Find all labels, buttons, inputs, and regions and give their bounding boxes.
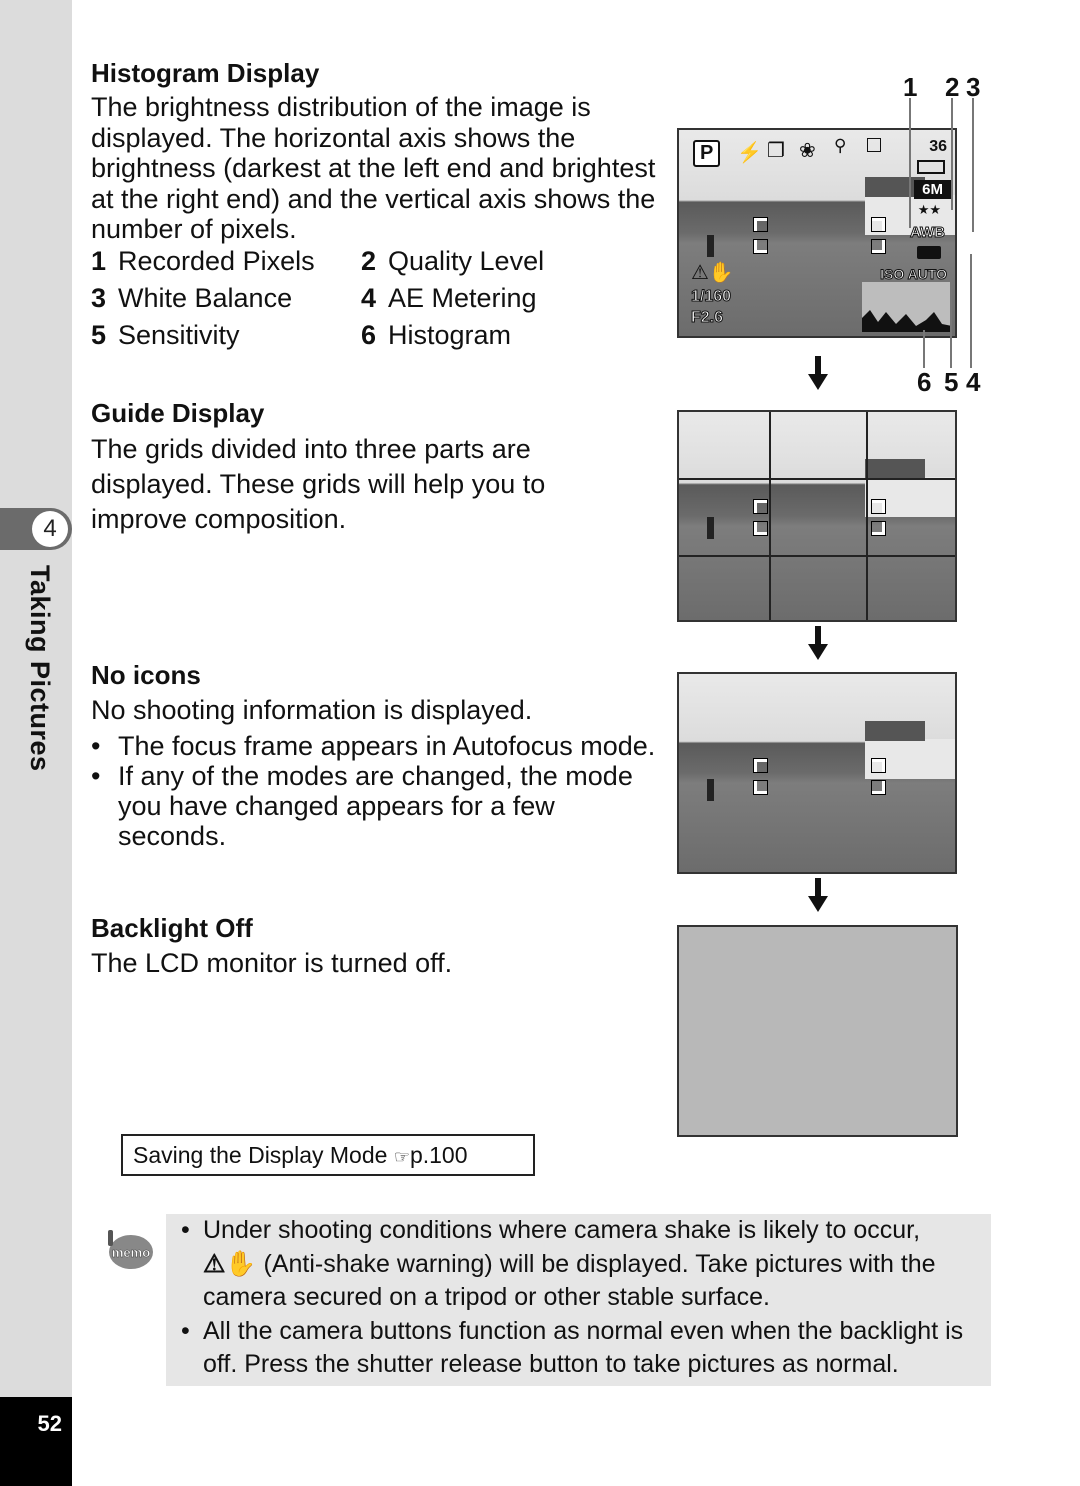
reference-box: Saving the Display Mode ☞p.100 bbox=[121, 1134, 535, 1176]
legend-item: 5 Sensitivity bbox=[91, 320, 240, 350]
histogram-legend: 1 Recorded Pixels 2 Quality Level 3 White B… bbox=[91, 246, 631, 357]
flash-off-icon: ⚡ bbox=[737, 142, 762, 164]
shots-remaining: 36 bbox=[929, 138, 947, 155]
page-number-box: 52 bbox=[0, 1397, 72, 1486]
pointing-hand-icon: ☞ bbox=[393, 1147, 410, 1167]
arrow-down-icon bbox=[808, 878, 828, 912]
continuous-shooting-icon: ❐ bbox=[767, 140, 785, 162]
focus-frame-corner bbox=[753, 239, 768, 254]
focus-frame-corner bbox=[753, 780, 768, 795]
shutter-speed: 1/160 bbox=[690, 288, 732, 306]
lcd-no-icons-display bbox=[677, 672, 957, 874]
chapter-number: 4 bbox=[32, 511, 68, 547]
focus-frame-corner bbox=[871, 499, 886, 514]
battery-icon bbox=[917, 160, 945, 174]
aperture-value: F2.6 bbox=[690, 309, 724, 327]
svg-text:memo: memo bbox=[112, 1245, 150, 1260]
ae-metering-icon bbox=[917, 246, 941, 259]
legend-item: 3 White Balance bbox=[91, 283, 293, 313]
memory-card-icon bbox=[867, 138, 881, 152]
grid-line bbox=[769, 412, 771, 620]
memo-icon: memo bbox=[108, 1230, 153, 1269]
focus-frame-corner bbox=[753, 521, 768, 536]
bullet-item: The focus frame appears in Autofocus mod… bbox=[91, 731, 656, 761]
memo-item: All the camera buttons function as norma… bbox=[181, 1315, 991, 1382]
lcd-backlight-off bbox=[677, 925, 958, 1137]
legend-item: 1 Recorded Pixels bbox=[91, 246, 315, 276]
no-icons-bullets: The focus frame appears in Autofocus mod… bbox=[91, 731, 656, 851]
arrow-down-icon bbox=[808, 626, 828, 660]
reference-page-link[interactable]: p.100 bbox=[410, 1142, 468, 1168]
focus-frame-corner bbox=[871, 217, 886, 232]
anti-shake-warning-icon: ⚠✋ bbox=[203, 1249, 257, 1278]
legend-item: 2 Quality Level bbox=[361, 246, 545, 276]
white-balance-value: AWB bbox=[910, 224, 946, 242]
memo-list: Under shooting conditions where camera s… bbox=[181, 1214, 991, 1382]
callout-5: 5 bbox=[944, 367, 959, 397]
anti-shake-warning-icon: ⚠✋ bbox=[691, 262, 734, 284]
digital-zoom-icon: ⚲ bbox=[834, 136, 847, 155]
callout-4: 4 bbox=[966, 367, 981, 397]
focus-frame-corner bbox=[753, 217, 768, 232]
recorded-pixels-value: 6M bbox=[914, 180, 951, 199]
histogram-graph bbox=[862, 282, 952, 332]
bullet-item: If any of the modes are changed, the mod… bbox=[91, 761, 656, 851]
focus-frame-corner bbox=[753, 499, 768, 514]
focus-frame-corner bbox=[871, 239, 886, 254]
section-title-histogram: Histogram Display bbox=[91, 58, 320, 88]
lcd-histogram-display: P ⚡ ❐ ❀ ⚲ 36 6M ★★ AWB ISO AUTO ⚠✋ 1/160… bbox=[677, 128, 957, 338]
reference-text: Saving the Display Mode bbox=[133, 1142, 388, 1168]
quality-stars: ★★ bbox=[917, 202, 941, 217]
legend-item: 4 AE Metering bbox=[361, 283, 537, 313]
focus-frame-corner bbox=[871, 780, 886, 795]
grid-line bbox=[679, 555, 955, 557]
focus-frame-corner bbox=[871, 521, 886, 536]
memo-item: Under shooting conditions where camera s… bbox=[181, 1214, 991, 1315]
no-icons-description: No shooting information is displayed. bbox=[91, 695, 533, 725]
arrow-down-icon bbox=[808, 356, 828, 390]
callout-6: 6 bbox=[917, 367, 932, 397]
section-title-no-icons: No icons bbox=[91, 660, 201, 690]
backlight-description: The LCD monitor is turned off. bbox=[91, 948, 453, 978]
macro-icon: ❀ bbox=[799, 140, 816, 162]
guide-description: The grids divided into three parts are d… bbox=[91, 434, 546, 534]
focus-frame-corner bbox=[871, 758, 886, 773]
grid-line bbox=[679, 478, 955, 480]
chapter-title: Taking Pictures bbox=[25, 565, 55, 772]
program-mode-icon: P bbox=[693, 140, 721, 167]
histogram-description: The brightness distribution of the image… bbox=[91, 92, 656, 244]
iso-value: ISO AUTO bbox=[880, 266, 948, 283]
focus-frame-corner bbox=[753, 758, 768, 773]
grid-line bbox=[866, 412, 868, 620]
lcd-guide-display bbox=[677, 410, 957, 622]
section-title-guide: Guide Display bbox=[91, 398, 265, 428]
section-title-backlight: Backlight Off bbox=[91, 913, 253, 943]
page-number: 52 bbox=[37, 1411, 62, 1436]
legend-item: 6 Histogram bbox=[361, 320, 512, 350]
